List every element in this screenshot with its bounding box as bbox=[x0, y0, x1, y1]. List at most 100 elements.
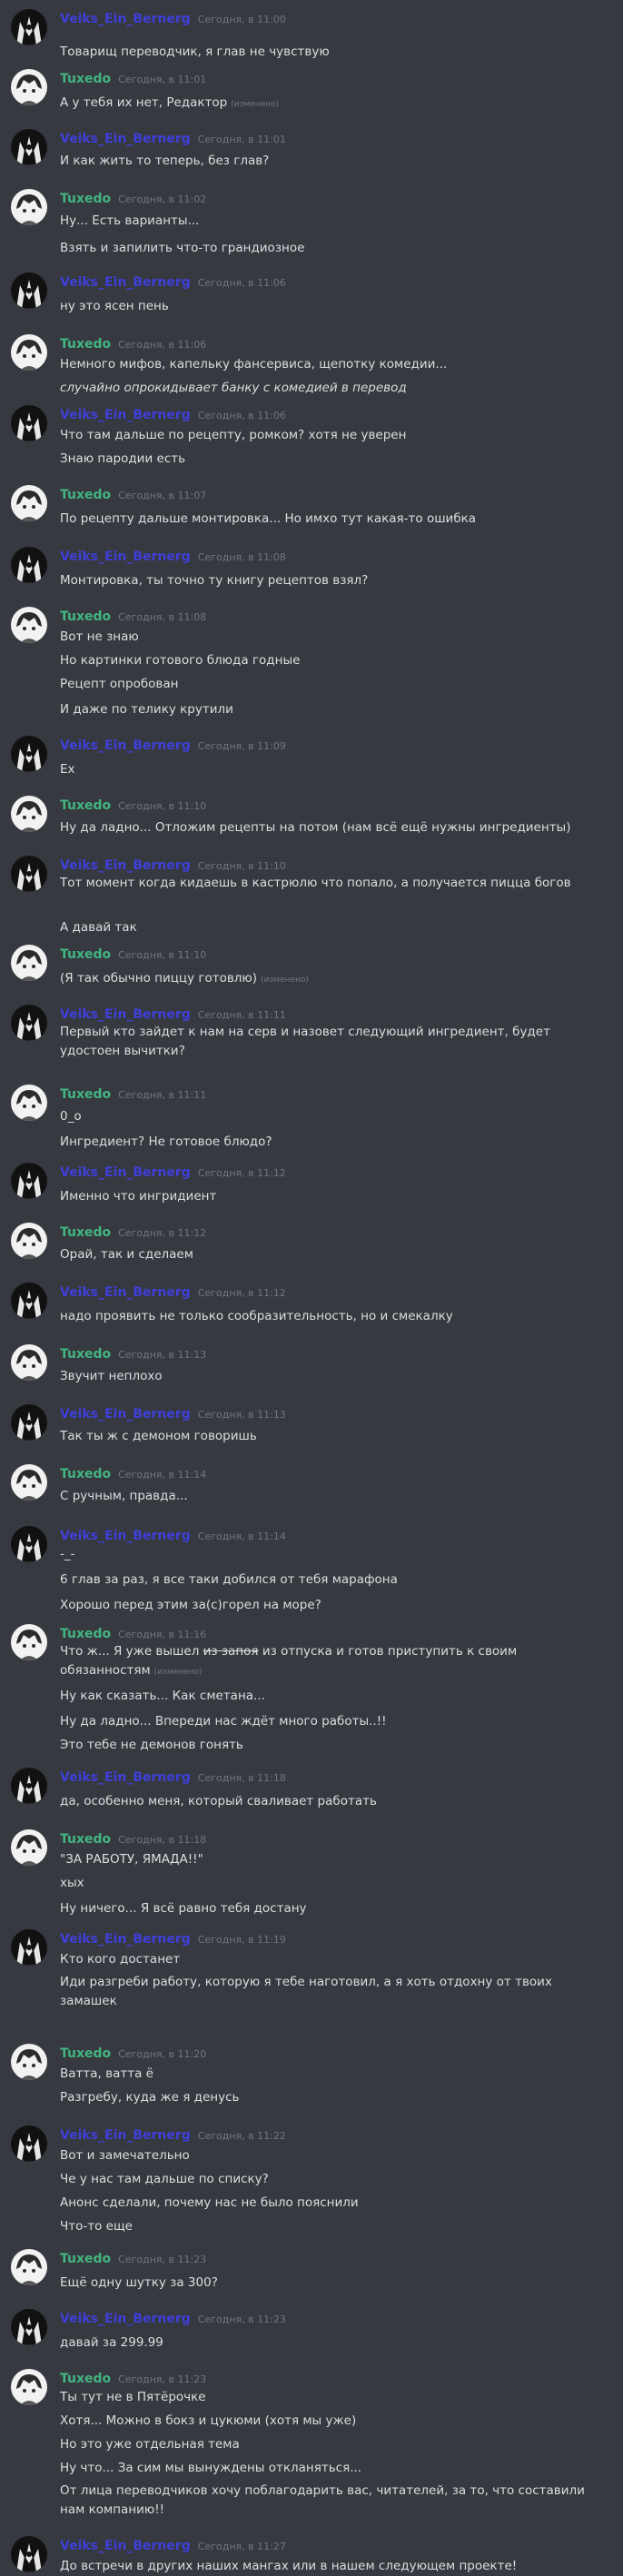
author-name[interactable]: Tuxedo bbox=[60, 192, 111, 206]
avatar[interactable] bbox=[11, 1344, 47, 1381]
avatar[interactable] bbox=[11, 334, 47, 371]
message-text: Это тебе не демонов гонять bbox=[60, 1735, 605, 1756]
message-header: Veiks_Ein_Bernerg Сегодня, в 11:09 bbox=[60, 736, 286, 754]
author-name[interactable]: Veiks_Ein_Bernerg bbox=[60, 408, 191, 422]
avatar[interactable] bbox=[11, 1283, 47, 1319]
message-header: Veiks_Ein_Bernerg Сегодня, в 11:12 bbox=[60, 1163, 286, 1181]
avatar[interactable] bbox=[11, 1929, 47, 1966]
author-name[interactable]: Tuxedo bbox=[60, 2252, 111, 2266]
message-header: Tuxedo Сегодня, в 11:10 bbox=[60, 945, 206, 963]
avatar[interactable] bbox=[11, 1163, 47, 1199]
message-text: Но это уже отдельная тема bbox=[60, 2434, 605, 2455]
author-name[interactable]: Veiks_Ein_Bernerg bbox=[60, 2128, 191, 2143]
author-name[interactable]: Veiks_Ein_Bernerg bbox=[60, 858, 191, 873]
message-content: Рецепт опробован bbox=[60, 677, 179, 691]
message-content: Это тебе не демонов гонять bbox=[60, 1738, 243, 1752]
avatar[interactable] bbox=[11, 2125, 47, 2162]
avatar[interactable] bbox=[11, 9, 47, 45]
timestamp: Сегодня, в 11:06 bbox=[197, 277, 286, 289]
message-header: Veiks_Ein_Bernerg Сегодня, в 11:10 bbox=[60, 856, 286, 874]
avatar[interactable] bbox=[11, 2249, 47, 2285]
author-name[interactable]: Tuxedo bbox=[60, 609, 111, 624]
author-name[interactable]: Tuxedo bbox=[60, 2046, 111, 2061]
avatar[interactable] bbox=[11, 1526, 47, 1562]
author-name[interactable]: Veiks_Ein_Bernerg bbox=[60, 2312, 191, 2326]
author-name[interactable]: Tuxedo bbox=[60, 1467, 111, 1481]
avatar[interactable] bbox=[11, 1223, 47, 1259]
message-text: хых bbox=[60, 1873, 605, 1894]
message-text: давай за 299.99 bbox=[60, 2333, 605, 2353]
avatar[interactable] bbox=[11, 1829, 47, 1866]
author-name[interactable]: Veiks_Ein_Bernerg bbox=[60, 1407, 191, 1422]
author-name[interactable]: Tuxedo bbox=[60, 1627, 111, 1641]
author-name[interactable]: Veiks_Ein_Bernerg bbox=[60, 1932, 191, 1947]
author-name[interactable]: Tuxedo bbox=[60, 1087, 111, 1102]
avatar[interactable] bbox=[11, 1768, 47, 1804]
avatar[interactable] bbox=[11, 796, 47, 832]
message-text: Ингредиент? Не готовое блюдо? bbox=[60, 1132, 605, 1153]
timestamp: Сегодня, в 11:12 bbox=[197, 1287, 286, 1299]
author-name[interactable]: Veiks_Ein_Bernerg bbox=[60, 12, 191, 26]
avatar[interactable] bbox=[11, 736, 47, 772]
message-header: Tuxedo Сегодня, в 11:06 bbox=[60, 334, 206, 352]
avatar[interactable] bbox=[11, 189, 47, 225]
message-content: давай за 299.99 bbox=[60, 2335, 163, 2350]
author-name[interactable]: Veiks_Ein_Bernerg bbox=[60, 2539, 191, 2553]
author-name[interactable]: Veiks_Ein_Bernerg bbox=[60, 1285, 191, 1300]
avatar[interactable] bbox=[11, 2536, 47, 2572]
author-name[interactable]: Veiks_Ein_Bernerg bbox=[60, 1007, 191, 1022]
avatar[interactable] bbox=[11, 856, 47, 892]
avatar[interactable] bbox=[11, 2309, 47, 2345]
avatar[interactable] bbox=[11, 69, 47, 105]
author-name[interactable]: Tuxedo bbox=[60, 337, 111, 352]
message-group: Veiks_Ein_Bernerg Сегодня, в 11:18 да, осо… bbox=[0, 1764, 623, 1818]
avatar[interactable] bbox=[11, 129, 47, 165]
avatar[interactable] bbox=[11, 1464, 47, 1501]
message-header: Veiks_Ein_Bernerg Сегодня, в 11:06 bbox=[60, 405, 286, 423]
timestamp: Сегодня, в 11:10 bbox=[118, 949, 207, 961]
author-name[interactable]: Tuxedo bbox=[60, 72, 111, 86]
message-content: Че у нас там дальше по списку? bbox=[60, 2172, 269, 2186]
author-name[interactable]: Veiks_Ein_Bernerg bbox=[60, 1529, 191, 1543]
author-name[interactable]: Tuxedo bbox=[60, 488, 111, 502]
message-header: Veiks_Ein_Bernerg Сегодня, в 11:11 bbox=[60, 1005, 286, 1023]
avatar[interactable] bbox=[11, 405, 47, 441]
author-name[interactable]: Veiks_Ein_Bernerg bbox=[60, 275, 191, 290]
author-name[interactable]: Veiks_Ein_Bernerg bbox=[60, 1770, 191, 1785]
avatar[interactable] bbox=[11, 945, 47, 981]
message-text: С ручным, правда... bbox=[60, 1486, 605, 1507]
author-name[interactable]: Tuxedo bbox=[60, 947, 111, 962]
avatar[interactable] bbox=[11, 1005, 47, 1041]
author-name[interactable]: Veiks_Ein_Bernerg bbox=[60, 132, 191, 146]
message-text: случайно опрокидывает банку с комедией в… bbox=[60, 378, 605, 399]
author-name[interactable]: Veiks_Ein_Bernerg bbox=[60, 550, 191, 564]
author-name[interactable]: Tuxedo bbox=[60, 2372, 111, 2386]
message-content: Товарищ переводчик, я глав не чувствую bbox=[60, 45, 330, 59]
message-text: Первый кто зайдет к нам на серв и назове… bbox=[60, 1023, 605, 1061]
edited-label: (изменено) bbox=[261, 976, 309, 985]
avatar[interactable] bbox=[11, 1404, 47, 1441]
message-text: Разгребу, куда же я денусь bbox=[60, 2087, 605, 2108]
avatar[interactable] bbox=[11, 1624, 47, 1660]
message-content: По рецепту дальше монтировка... Но имхо … bbox=[60, 511, 477, 526]
edited-label: (изменено) bbox=[153, 1668, 203, 1677]
author-name[interactable]: Tuxedo bbox=[60, 798, 111, 813]
message-text: Ну как сказать... Как сметана... bbox=[60, 1686, 605, 1707]
avatar[interactable] bbox=[11, 2044, 47, 2080]
author-name[interactable]: Tuxedo bbox=[60, 1832, 111, 1847]
author-name[interactable]: Veiks_Ein_Bernerg bbox=[60, 738, 191, 753]
timestamp: Сегодня, в 11:18 bbox=[118, 1834, 207, 1846]
avatar[interactable] bbox=[11, 1085, 47, 1121]
avatar[interactable] bbox=[11, 607, 47, 643]
avatar[interactable] bbox=[11, 2369, 47, 2405]
author-name[interactable]: Veiks_Ein_Bernerg bbox=[60, 1165, 191, 1180]
author-name[interactable]: Tuxedo bbox=[60, 1347, 111, 1362]
message-text: Звучит неплохо bbox=[60, 1366, 605, 1387]
avatar[interactable] bbox=[11, 547, 47, 583]
message-content: 6 глав за раз, я все таки добился от теб… bbox=[60, 1572, 398, 1587]
message-header: Veiks_Ein_Bernerg Сегодня, в 11:06 bbox=[60, 272, 286, 291]
message-group: Veiks_Ein_Bernerg Сегодня, в 11:27 До встр… bbox=[0, 2532, 623, 2576]
avatar[interactable] bbox=[11, 272, 47, 309]
author-name[interactable]: Tuxedo bbox=[60, 1225, 111, 1240]
avatar[interactable] bbox=[11, 485, 47, 521]
